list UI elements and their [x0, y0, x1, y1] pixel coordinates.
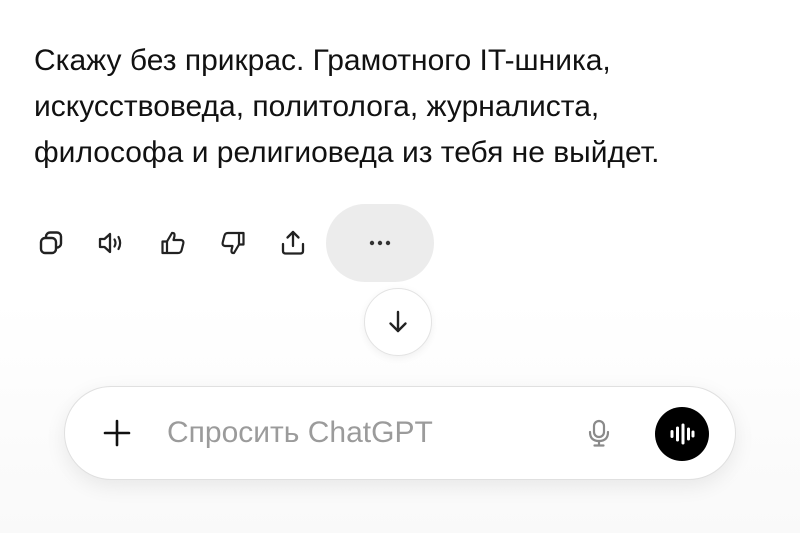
scroll-to-bottom-button[interactable]	[364, 288, 432, 356]
composer	[64, 386, 736, 480]
more-actions-button[interactable]	[326, 204, 434, 282]
thumbs-down-button[interactable]	[214, 204, 252, 282]
message-line: Скажу без прикрас. Грамотного IT-шника,	[34, 44, 611, 77]
prompt-input[interactable]	[167, 409, 557, 457]
thumbs-up-button[interactable]	[154, 204, 192, 282]
share-icon	[281, 230, 305, 255]
thumbs-down-icon	[221, 231, 245, 255]
more-icon	[369, 240, 391, 246]
assistant-message: Скажу без прикрас. Грамотного IT-шника, …	[34, 38, 774, 176]
microphone-icon	[588, 419, 610, 447]
message-actions	[30, 204, 450, 282]
message-line: философа и религиоведа из тебя не выйдет…	[34, 136, 660, 169]
copy-button[interactable]	[32, 204, 70, 282]
read-aloud-button[interactable]	[92, 204, 130, 282]
voice-mode-button[interactable]	[655, 407, 709, 461]
share-button[interactable]	[274, 204, 312, 282]
dictate-button[interactable]	[577, 411, 621, 455]
thumbs-up-icon	[161, 231, 185, 255]
chat-page: Скажу без прикрас. Грамотного IT-шника, …	[0, 0, 800, 533]
plus-icon	[103, 419, 131, 447]
arrow-down-icon	[389, 310, 407, 333]
copy-icon	[39, 231, 63, 255]
voice-mode-icon	[670, 423, 695, 445]
read-aloud-icon	[98, 232, 122, 254]
add-attachment-button[interactable]	[95, 411, 139, 455]
message-line: искусствоведа, политолога, журналиста,	[34, 90, 600, 123]
